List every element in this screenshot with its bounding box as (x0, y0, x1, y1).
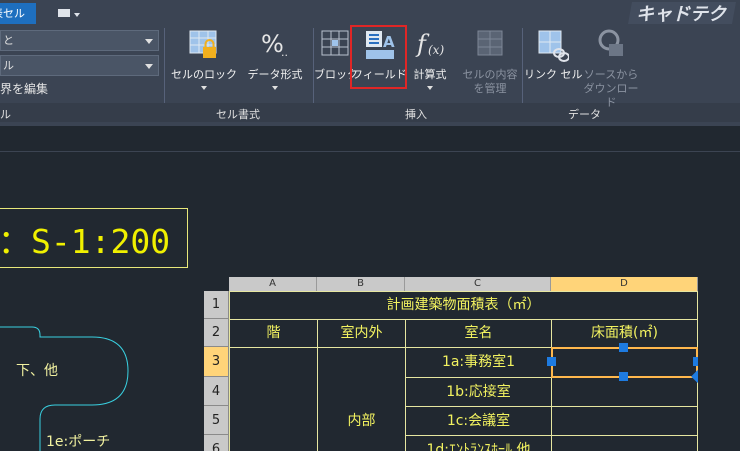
tab-table-cell-label: 表セル (0, 7, 25, 20)
row-header-3[interactable]: 3 (204, 347, 229, 377)
drawing-header-strip (0, 126, 740, 152)
chevron-down-icon (145, 64, 153, 69)
row-header-2[interactable]: 2 (204, 319, 229, 347)
svg-text:..: .. (281, 46, 288, 59)
grip-top-handle[interactable] (619, 343, 628, 352)
table-title[interactable]: 計画建築物面積表（㎡） (230, 292, 697, 319)
grip-bottom-handle[interactable] (619, 372, 628, 381)
data-format-button[interactable]: % .. データ形式 (240, 28, 310, 98)
row-header-5[interactable]: 5 (204, 406, 229, 435)
panel-title-cell-format: セル書式 (216, 108, 260, 121)
tab-table-cell[interactable]: 表セル (0, 3, 36, 24)
block-label: ブロック (314, 68, 358, 81)
grip-left-handle[interactable] (547, 357, 556, 366)
link-cell-button[interactable]: リンク セル (524, 28, 583, 98)
column-header-a[interactable]: A (229, 277, 317, 291)
room-label-porch[interactable]: 1e:ポーチ (46, 431, 110, 451)
room-name-cell[interactable]: 1a:事務室1 (406, 348, 551, 377)
row-header-4[interactable]: 4 (204, 377, 229, 406)
combo-value: ル (3, 59, 14, 72)
download-from-source-button[interactable]: ソースから ダウンロード (580, 28, 642, 109)
table-style-combo[interactable]: と (0, 30, 159, 51)
manage-content-label: セルの内容 を管理 (462, 68, 518, 95)
cell-lock-icon (189, 30, 217, 58)
scale-label[interactable]: ：S-1:200 (0, 215, 171, 263)
chevron-down-icon (74, 13, 80, 17)
header-room-name[interactable]: 室名 (406, 320, 551, 347)
row-header-6[interactable]: 6 (204, 435, 229, 451)
column-header-b[interactable]: B (317, 277, 405, 291)
manage-content-icon (477, 30, 503, 56)
room-name-cell[interactable]: 1c:会議室 (406, 407, 551, 435)
scale-value: S-1:200 (31, 222, 171, 261)
chevron-down-icon (427, 86, 433, 90)
ribbon: 表セル キャドテク と ル 界を編集 ル セル書式 挿入 データ セルのロック (0, 0, 740, 126)
cell-lock-label: セルのロック (171, 68, 237, 81)
link-cell-icon (538, 30, 569, 62)
insert-block-button[interactable]: ブロック (314, 28, 358, 98)
ribbon-display-dropdown[interactable] (55, 5, 85, 21)
block-grid-icon (321, 30, 349, 56)
room-name-cell[interactable]: 1d:ｴﾝﾄﾗﾝｽﾎｰﾙ 他 (406, 436, 551, 451)
header-floor[interactable]: 階 (230, 320, 317, 347)
download-source-icon (598, 29, 623, 56)
percent-format-icon: % .. (261, 30, 288, 59)
group-interior[interactable]: 内部 (318, 407, 405, 435)
area-table[interactable]: A B C D 1 2 3 4 5 6 計画建築物面積表（㎡） 階 室内外 室名… (204, 277, 698, 451)
room-label-lower[interactable]: 下、他 (16, 360, 58, 380)
field-button-highlight (350, 25, 407, 89)
chevron-down-icon (272, 86, 278, 90)
combo-value: と (3, 34, 14, 47)
column-header-d[interactable]: D (551, 277, 698, 291)
panel-title-style: ル (0, 108, 11, 121)
edit-border-button[interactable]: 界を編集 (0, 80, 48, 97)
function-icon: f (x) (415, 30, 444, 58)
chevron-down-icon (201, 86, 207, 90)
cell-lock-button[interactable]: セルのロック (168, 28, 240, 98)
download-source-label: ソースから ダウンロード (583, 68, 639, 109)
scale-prefix: ： (0, 222, 31, 261)
insert-formula-button[interactable]: f (x) 計算式 (408, 28, 452, 98)
formula-label: 計算式 (413, 68, 447, 81)
row-header-1[interactable]: 1 (204, 291, 229, 319)
watermark-logo: キャドテク (628, 2, 736, 25)
chevron-down-icon (145, 39, 153, 44)
watermark-text: キャドテク (636, 4, 728, 25)
grip-right-handle[interactable] (693, 357, 698, 366)
room-name-cell[interactable]: 1b:応接室 (406, 378, 551, 406)
link-cell-label: リンク セル (524, 68, 583, 81)
svg-text:(x): (x) (428, 43, 444, 57)
manage-cell-content-button[interactable]: セルの内容 を管理 (458, 28, 522, 98)
cell-border-combo[interactable]: ル (0, 55, 159, 76)
panel-title-insert: 挿入 (405, 108, 427, 121)
data-format-label: データ形式 (247, 68, 303, 81)
panel-icon (58, 9, 70, 17)
header-indoor-outdoor[interactable]: 室内外 (318, 320, 405, 347)
column-header-c[interactable]: C (405, 277, 551, 291)
